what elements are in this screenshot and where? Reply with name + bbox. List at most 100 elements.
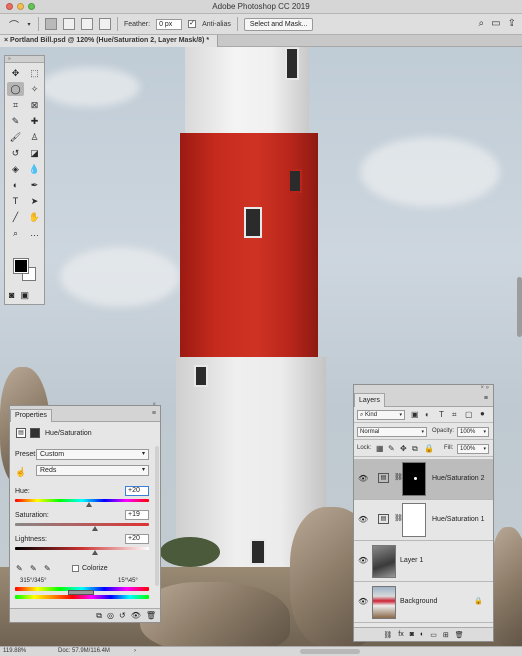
search-icon[interactable]: ⌕ <box>479 18 485 29</box>
lightness-input[interactable]: +20 <box>125 534 149 544</box>
view-previous-icon[interactable]: ◎ <box>107 611 114 620</box>
zoom-window-button[interactable] <box>28 3 35 10</box>
lock-transparent-icon[interactable]: ▦ <box>376 444 384 453</box>
hue-input[interactable]: +20 <box>125 486 149 496</box>
eye-icon[interactable]: 👁 <box>358 515 368 524</box>
type-icon[interactable]: T <box>7 194 24 208</box>
eye-icon[interactable]: 👁 <box>358 556 368 565</box>
opacity-input[interactable]: 100% ▾ <box>457 427 489 437</box>
hand-icon[interactable]: ✋ <box>26 210 43 224</box>
close-window-button[interactable] <box>6 3 13 10</box>
filter-smart-object-icon[interactable]: ▢ <box>465 410 473 419</box>
add-to-selection-button[interactable] <box>63 18 75 30</box>
healing-brush-icon[interactable]: ✚ <box>26 114 43 128</box>
eye-icon[interactable]: 👁 <box>358 597 368 606</box>
zoom-level[interactable]: 119.88% <box>3 647 26 656</box>
eyedropper-add-icon[interactable]: ✎ <box>30 564 37 573</box>
layer-name[interactable]: Background <box>400 598 437 605</box>
trash-icon[interactable]: 🗑 <box>146 611 156 620</box>
fill-input[interactable]: 100% ▾ <box>457 444 489 454</box>
filter-pixel-icon[interactable]: ▣ <box>411 410 419 419</box>
select-and-mask-button[interactable]: Select and Mask... <box>243 17 314 31</box>
clip-to-layer-icon[interactable]: ⧉ <box>96 611 102 621</box>
layer-row[interactable]: 👁 ▤ ⛓ Hue/Saturation 1 <box>354 500 493 541</box>
antialias-checkbox[interactable]: ✓ <box>188 20 197 28</box>
feather-input[interactable]: 0 px <box>156 18 183 30</box>
history-brush-icon[interactable]: ↺ <box>7 146 24 160</box>
lasso-icon[interactable]: ◯ <box>7 82 24 96</box>
chevron-right-icon[interactable]: › <box>134 647 136 656</box>
crop-icon[interactable]: ⌗ <box>7 98 24 112</box>
foreground-color-swatch[interactable] <box>13 258 29 274</box>
zoom-icon[interactable]: ⌕ <box>7 226 24 240</box>
layer-row[interactable]: 👁 Background 🔒 <box>354 582 493 623</box>
new-group-icon[interactable]: ▭ <box>430 631 437 639</box>
lightness-slider-track[interactable] <box>15 547 149 550</box>
path-selection-icon[interactable]: ➤ <box>26 194 43 208</box>
horizontal-scrollbar[interactable] <box>300 649 360 654</box>
trash-icon[interactable]: 🗑 <box>455 631 464 639</box>
quick-mask-icon[interactable]: ◙ <box>9 290 14 301</box>
paint-bucket-icon[interactable]: ◈ <box>7 162 24 176</box>
eraser-icon[interactable]: ◪ <box>26 146 43 160</box>
workspace-icon[interactable]: ▭ <box>491 18 500 29</box>
screen-mode-icon[interactable]: ▣ <box>20 290 29 301</box>
more-tools-icon[interactable]: … <box>26 226 43 240</box>
new-layer-icon[interactable]: ⊞ <box>443 631 449 639</box>
share-icon[interactable]: ⇪ <box>508 18 516 29</box>
layer-thumbnail[interactable] <box>372 545 396 578</box>
layer-mask-thumbnail[interactable] <box>402 503 426 537</box>
mask-icon[interactable] <box>30 428 40 438</box>
channel-select[interactable]: Reds ▾ <box>36 465 149 476</box>
filter-adjustment-icon[interactable]: ◐ <box>425 410 430 419</box>
saturation-slider-track[interactable] <box>15 523 149 526</box>
layer-row[interactable]: 👁 Layer 1 <box>354 541 493 582</box>
lock-icon[interactable]: 🔒 <box>424 444 434 453</box>
add-mask-icon[interactable]: ◙ <box>410 631 414 638</box>
panel-menu-icon[interactable]: ≡ <box>152 410 156 417</box>
colorize-checkbox[interactable] <box>72 565 79 572</box>
filter-type-icon[interactable]: T <box>439 410 444 419</box>
pen-icon[interactable]: ✒ <box>26 178 43 192</box>
close-panel-icon[interactable]: × <box>152 402 156 408</box>
lock-artboard-icon[interactable]: ⧉ <box>412 444 418 454</box>
intersect-selection-button[interactable] <box>99 18 111 30</box>
link-layers-icon[interactable]: ⛓ <box>383 631 392 639</box>
eyedropper-subtract-icon[interactable]: ✎ <box>44 564 51 573</box>
marquee-icon[interactable]: ⬚ <box>26 66 43 80</box>
preset-select[interactable]: Custom ▾ <box>36 449 149 460</box>
blur-icon[interactable]: 💧 <box>26 162 43 176</box>
eyedropper-icon[interactable]: ✎ <box>16 564 23 573</box>
layer-row[interactable]: 👁 ▤ ⛓ Hue/Saturation 2 <box>354 459 493 500</box>
filter-kind-select[interactable]: ⌕ Kind ▾ <box>357 410 405 420</box>
dodge-icon[interactable]: ◐ <box>7 178 24 192</box>
close-panel-icon[interactable]: × » <box>480 385 489 391</box>
properties-scrollbar[interactable] <box>155 446 159 586</box>
panel-menu-icon[interactable]: ≡ <box>484 395 488 402</box>
brush-icon[interactable]: 🖌 <box>7 130 24 144</box>
clone-stamp-icon[interactable]: ♙ <box>26 130 43 144</box>
lightness-slider-thumb[interactable] <box>92 550 99 555</box>
layer-style-icon[interactable]: fx <box>398 631 403 638</box>
canvas-scrollbar[interactable] <box>517 277 522 337</box>
layer-name[interactable]: Hue/Saturation 1 <box>432 516 485 523</box>
line-icon[interactable]: ╱ <box>7 210 24 224</box>
filter-shape-icon[interactable]: ⌗ <box>452 410 457 420</box>
hue-slider-thumb[interactable] <box>86 502 93 507</box>
layer-name[interactable]: Layer 1 <box>400 557 423 564</box>
blend-mode-select[interactable]: Normal ▾ <box>357 427 427 437</box>
tools-panel-grip[interactable]: » <box>5 56 44 63</box>
new-adjustment-icon[interactable]: ◐ <box>420 631 424 638</box>
reset-icon[interactable]: ↺ <box>119 611 126 620</box>
layer-name[interactable]: Hue/Saturation 2 <box>432 475 485 482</box>
lock-pixels-icon[interactable]: ✎ <box>388 444 395 453</box>
frame-icon[interactable]: ⊠ <box>26 98 43 112</box>
hue-slider-track[interactable] <box>15 499 149 502</box>
layer-thumbnail[interactable] <box>372 586 396 619</box>
tab-layers[interactable]: Layers <box>354 393 386 407</box>
chevron-down-icon[interactable]: ▾ <box>26 18 32 30</box>
tab-properties[interactable]: Properties <box>10 409 52 422</box>
lock-position-icon[interactable]: ✥ <box>400 444 407 453</box>
document-tab[interactable]: × Portland Bill.psd @ 120% (Hue/Saturati… <box>0 35 219 47</box>
filter-toggle-icon[interactable]: ● <box>480 409 485 418</box>
